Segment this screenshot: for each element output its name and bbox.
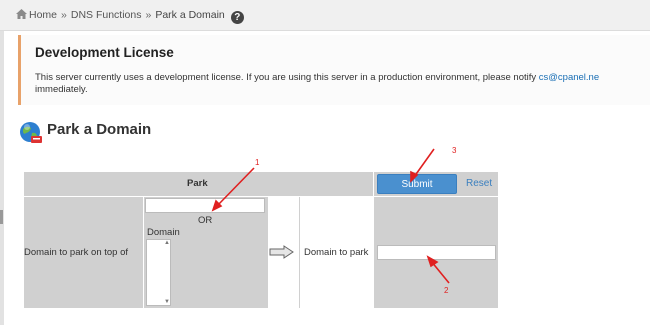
breadcrumb-separator: » <box>145 9 152 21</box>
domain-input[interactable] <box>145 198 265 213</box>
park-header-cell: Park <box>24 172 373 196</box>
help-icon[interactable]: ? <box>230 11 244 24</box>
park-on-top-label-cell: Domain to park on top of <box>24 197 143 308</box>
top-bar: Home» DNS Functions» Park a Domain? <box>0 0 650 31</box>
main-content: Development License This server currentl… <box>4 31 650 325</box>
arrow-cell <box>269 197 298 308</box>
breadcrumb-separator: » <box>61 9 67 21</box>
domain-list-label: Domain <box>147 227 180 238</box>
domain-to-park-label: Domain to park <box>304 247 369 258</box>
globe-icon <box>20 122 42 143</box>
alert-email-link[interactable]: cs@cpanel.ne <box>539 72 599 83</box>
arrow-right-icon <box>269 245 294 259</box>
park-header-label: Park <box>187 178 208 189</box>
annotation-label-1: 1 <box>255 158 260 167</box>
breadcrumb-home[interactable]: Home <box>29 9 57 21</box>
annotation-label-3: 3 <box>452 146 457 155</box>
reset-button[interactable]: Reset <box>466 178 492 189</box>
page-title: Park a Domain <box>47 121 152 138</box>
alert-text-line2: immediately. <box>35 84 88 95</box>
home-icon <box>16 9 27 19</box>
breadcrumb-dns-functions[interactable]: DNS Functions <box>71 9 142 21</box>
submit-button[interactable]: Submit <box>377 174 457 194</box>
actions-cell: Submit Reset <box>374 172 498 196</box>
park-on-top-label: Domain to park on top of <box>24 247 129 258</box>
alert-title: Development License <box>35 45 174 60</box>
or-label: OR <box>198 215 213 226</box>
scroll-down-icon[interactable]: ▼ <box>164 299 170 305</box>
park-input-cell <box>374 197 498 308</box>
breadcrumb: Home» DNS Functions» Park a Domain? <box>16 9 244 24</box>
domain-to-park-input[interactable] <box>377 245 496 260</box>
domain-to-park-label-cell: Domain to park <box>299 197 373 308</box>
domain-select-cell: OR Domain ▲ ▼ <box>144 197 268 308</box>
breadcrumb-current: Park a Domain <box>155 9 225 21</box>
scroll-up-icon[interactable]: ▲ <box>164 240 170 246</box>
alert-text: This server currently uses a development… <box>35 72 650 96</box>
license-alert: Development License This server currentl… <box>18 35 650 105</box>
domain-list[interactable]: ▲ ▼ <box>146 239 171 306</box>
scroll-marker <box>0 210 3 224</box>
alert-text-line1: This server currently uses a development… <box>35 72 537 83</box>
